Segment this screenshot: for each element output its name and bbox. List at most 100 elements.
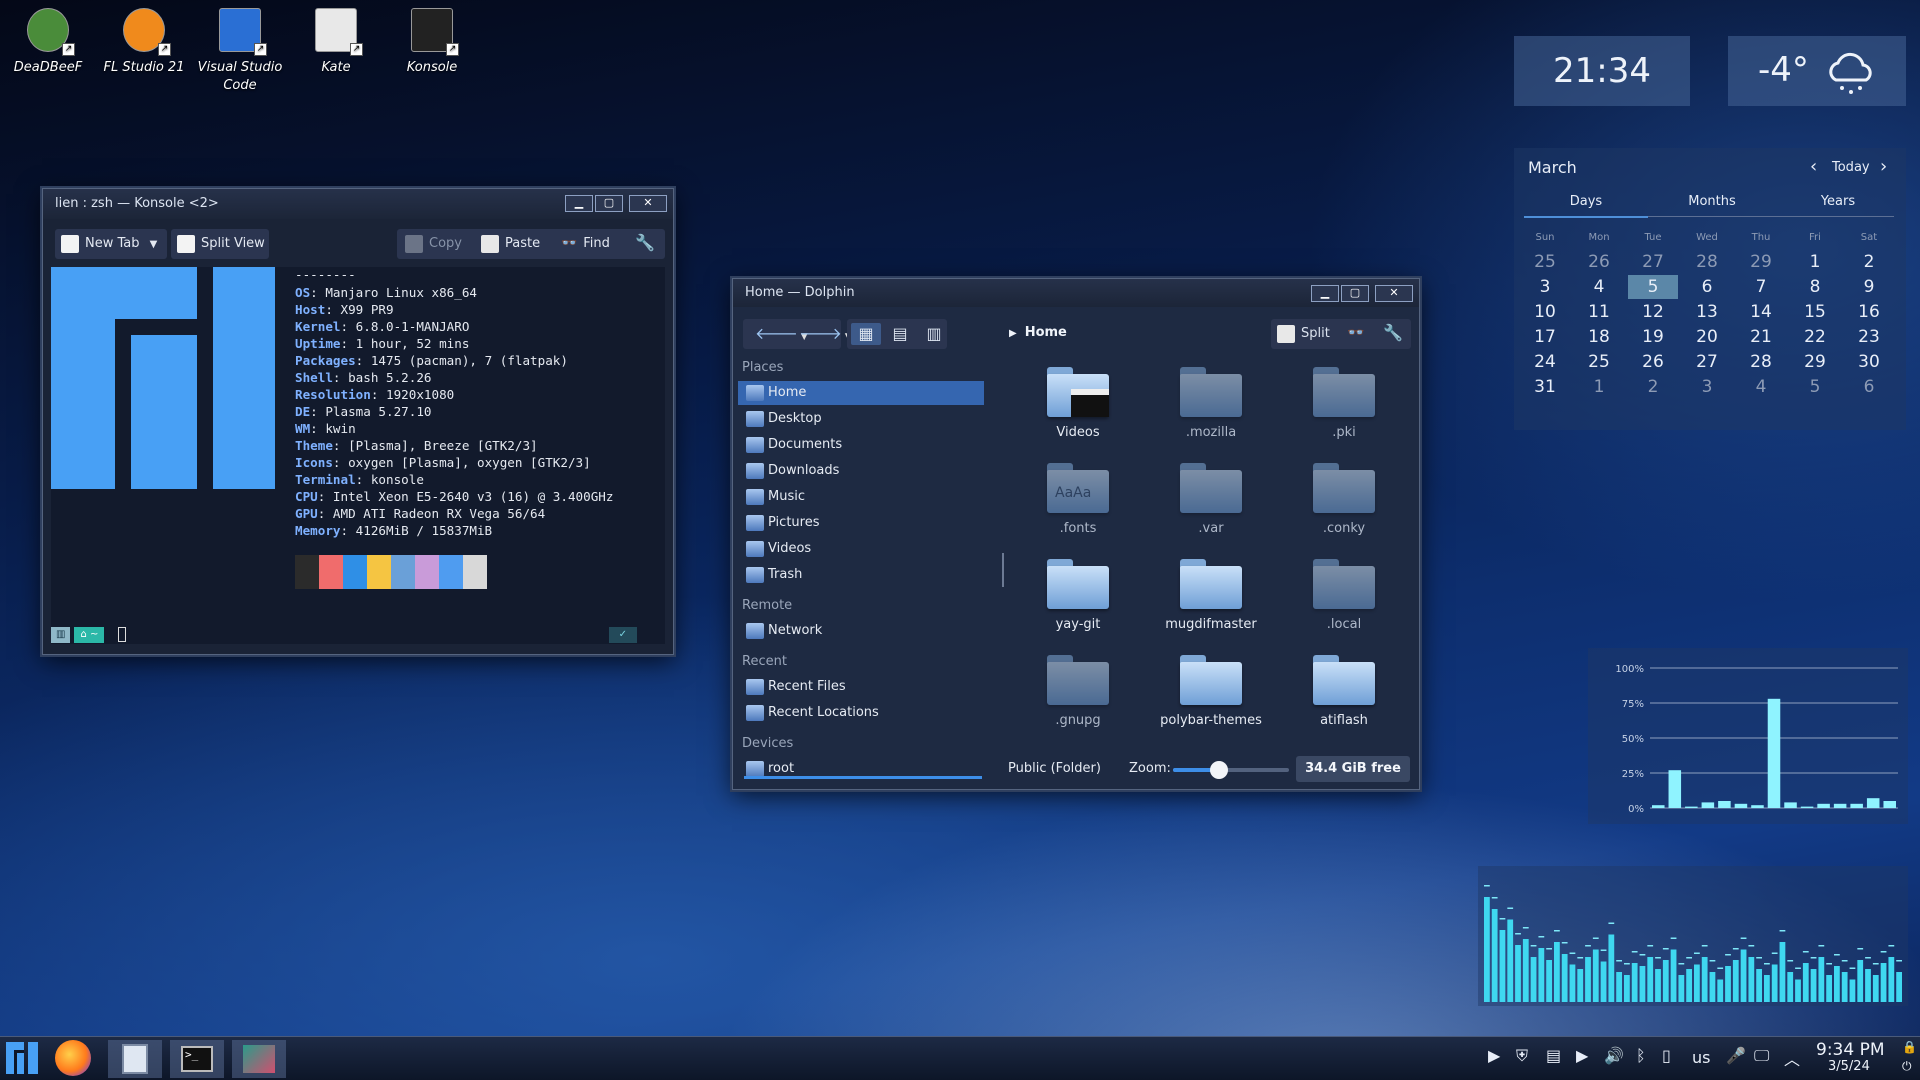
calendar-day[interactable]: 11 — [1574, 300, 1624, 324]
settings-wrench-icon[interactable]: 🔧 — [1383, 323, 1403, 342]
forward-button[interactable]: 🡒 ▼ — [799, 323, 852, 343]
calendar-day[interactable]: 31 — [1520, 375, 1570, 399]
calendar-day[interactable]: 29 — [1736, 250, 1786, 274]
desktop-icon-vscode[interactable]: ↗ Visual Studio Code — [197, 6, 283, 95]
calendar-day[interactable]: 4 — [1574, 275, 1624, 299]
file-item[interactable]: .local — [1289, 559, 1399, 632]
maximize-button[interactable]: ▢ — [595, 195, 623, 212]
today-button[interactable]: Today — [1832, 160, 1870, 175]
close-button[interactable]: ✕ — [1375, 285, 1413, 302]
maximize-button[interactable]: ▢ — [1341, 285, 1369, 302]
calendar-day[interactable]: 27 — [1682, 350, 1732, 374]
calendar-day[interactable]: 5 — [1628, 275, 1678, 299]
search-binoculars-icon[interactable]: 👓 — [1347, 325, 1364, 341]
calendar-day[interactable]: 29 — [1790, 350, 1840, 374]
desktop-icon-deadbeef[interactable]: ↗ DeaDBeeF — [5, 6, 91, 77]
calendar-day[interactable]: 16 — [1844, 300, 1894, 324]
calendar-day[interactable]: 18 — [1574, 325, 1624, 349]
calendar-day[interactable]: 21 — [1736, 325, 1786, 349]
expand-tray-icon[interactable]: ︿ — [1784, 1046, 1800, 1070]
terminal-area[interactable]: -------- OS: Manjaro Linux x86_64 Host: X… — [51, 267, 665, 644]
file-item[interactable]: Videos — [1023, 367, 1133, 440]
minimize-button[interactable]: ▁ — [1311, 285, 1339, 302]
split-view-button[interactable]: Split View — [171, 229, 269, 259]
keyboard-layout-indicator[interactable]: us — [1692, 1048, 1710, 1067]
calendar-day[interactable]: 15 — [1790, 300, 1840, 324]
place-trash[interactable]: Trash — [738, 563, 984, 587]
calendar-day[interactable]: 28 — [1736, 350, 1786, 374]
file-item[interactable]: .conky — [1289, 463, 1399, 536]
file-item[interactable]: polybar-themes — [1156, 655, 1266, 728]
desktop-icon-konsole[interactable]: ↗ Konsole — [389, 6, 475, 77]
konsole-taskbar-icon[interactable]: >_ — [170, 1040, 224, 1078]
lock-icon[interactable]: 🔒 — [1902, 1040, 1917, 1054]
calendar-day[interactable]: 7 — [1736, 275, 1786, 299]
place-pictures[interactable]: Pictures — [738, 511, 984, 535]
calendar-day[interactable]: 25 — [1520, 250, 1570, 274]
calendar-day[interactable]: 12 — [1628, 300, 1678, 324]
calendar-day[interactable]: 9 — [1844, 275, 1894, 299]
zoom-slider-track[interactable] — [1173, 761, 1289, 779]
volume-icon[interactable]: 🔊 — [1604, 1046, 1624, 1065]
calendar-day[interactable]: 2 — [1628, 375, 1678, 399]
minimize-button[interactable]: ▁ — [565, 195, 593, 212]
manjaro-menu-icon[interactable] — [6, 1042, 38, 1074]
kate-icon[interactable] — [232, 1040, 286, 1078]
file-item[interactable]: atiflash — [1289, 655, 1399, 728]
calendar-day[interactable]: 3 — [1520, 275, 1570, 299]
usb-device-icon[interactable]: ▯ — [1662, 1046, 1671, 1065]
tab-months[interactable]: Months — [1650, 194, 1774, 209]
bluetooth-icon[interactable]: ᛒ — [1636, 1046, 1646, 1065]
dolphin-titlebar[interactable]: Home — Dolphin ▁ ▢ ✕ — [733, 279, 1419, 307]
new-tab-button[interactable]: New Tab ▼ — [55, 229, 167, 259]
calendar-day[interactable]: 28 — [1682, 250, 1732, 274]
microphone-icon[interactable]: 🎤 — [1726, 1046, 1746, 1065]
file-manager-icon[interactable] — [108, 1040, 162, 1078]
calendar-day[interactable]: 6 — [1844, 375, 1894, 399]
media-play-icon[interactable]: ▶ — [1488, 1046, 1500, 1065]
split-button[interactable]: Split — [1277, 319, 1330, 349]
compact-view-button[interactable]: ▤ — [885, 323, 915, 345]
shield-icon[interactable]: ⛨ — [1516, 1046, 1528, 1066]
place-documents[interactable]: Documents — [738, 433, 984, 457]
taskbar-date[interactable]: 3/5/24 — [1828, 1059, 1870, 1074]
calendar-day[interactable]: 22 — [1790, 325, 1840, 349]
place-desktop[interactable]: Desktop — [738, 407, 984, 431]
calendar-day[interactable]: 14 — [1736, 300, 1786, 324]
next-month-button[interactable]: › — [1880, 156, 1887, 177]
calendar-day[interactable]: 2 — [1844, 250, 1894, 274]
file-item[interactable]: yay-git — [1023, 559, 1133, 632]
taskbar-time[interactable]: 9:34 PM — [1816, 1040, 1885, 1060]
calendar-day[interactable]: 23 — [1844, 325, 1894, 349]
tab-years[interactable]: Years — [1776, 194, 1900, 209]
clipboard-icon[interactable]: ▤ — [1546, 1046, 1561, 1065]
calendar-day[interactable]: 5 — [1790, 375, 1840, 399]
settings-wrench-icon[interactable]: 🔧 — [635, 233, 655, 252]
power-icon[interactable]: ⏻ — [1902, 1059, 1912, 1074]
place-recent-files[interactable]: Recent Files — [738, 675, 984, 699]
place-music[interactable]: Music — [738, 485, 984, 509]
calendar-day[interactable]: 1 — [1790, 250, 1840, 274]
calendar-day[interactable]: 13 — [1682, 300, 1732, 324]
calendar-day[interactable]: 8 — [1790, 275, 1840, 299]
firefox-icon[interactable] — [46, 1040, 100, 1078]
paste-button[interactable]: Paste — [481, 229, 540, 259]
place-network[interactable]: Network — [738, 619, 984, 643]
calendar-day[interactable]: 30 — [1844, 350, 1894, 374]
prev-month-button[interactable]: ‹ — [1810, 156, 1817, 177]
calendar-day[interactable]: 6 — [1682, 275, 1732, 299]
desktop-icon-fl-studio[interactable]: ↗ FL Studio 21 — [101, 6, 187, 77]
file-item[interactable]: .var — [1156, 463, 1266, 536]
calendar-day[interactable]: 17 — [1520, 325, 1570, 349]
file-item[interactable]: AaAa .fonts — [1023, 463, 1133, 536]
find-button[interactable]: 👓 Find — [561, 229, 610, 259]
close-button[interactable]: ✕ — [629, 195, 667, 212]
calendar-day[interactable]: 4 — [1736, 375, 1786, 399]
calendar-day[interactable]: 20 — [1682, 325, 1732, 349]
details-view-button[interactable]: ▥ — [919, 323, 949, 345]
network-icon[interactable]: 🖵 — [1754, 1046, 1769, 1066]
place-home[interactable]: Home — [738, 381, 984, 405]
calendar-day[interactable]: 24 — [1520, 350, 1570, 374]
place-videos[interactable]: Videos — [738, 537, 984, 561]
calendar-day[interactable]: 10 — [1520, 300, 1570, 324]
